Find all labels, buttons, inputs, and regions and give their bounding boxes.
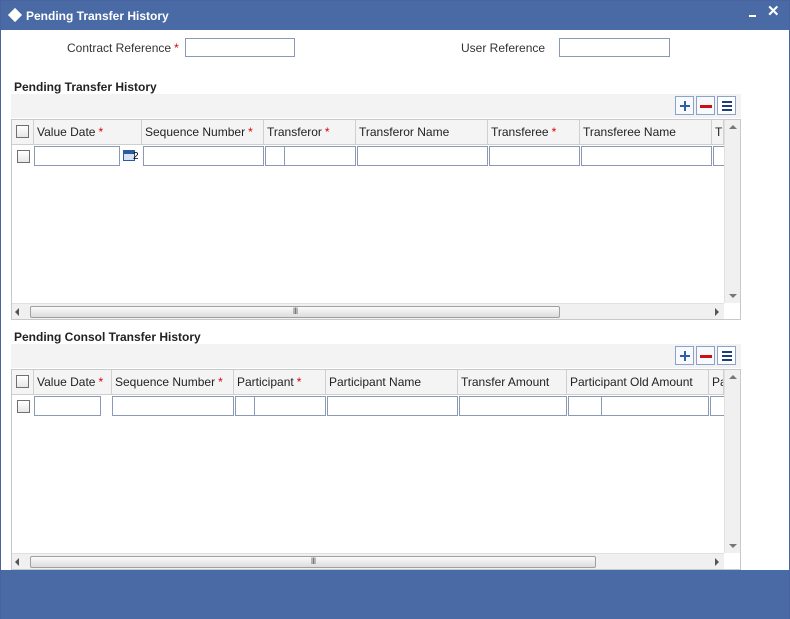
transferor-lov-button[interactable] <box>265 146 285 166</box>
transfer-col-value-date[interactable]: Value Date * <box>34 120 142 145</box>
title-bar: Pending Transfer History ✕ <box>1 1 789 30</box>
consol-col-value-date[interactable]: Value Date * <box>34 370 112 395</box>
user-reference-label: User Reference <box>461 41 546 55</box>
contract-reference-input[interactable] <box>185 38 295 57</box>
consol-col-truncated[interactable]: Pa <box>709 370 724 395</box>
single-view-icon <box>722 101 732 103</box>
transfer-col-transferor[interactable]: Transferor * <box>264 120 356 145</box>
scroll-up-icon[interactable] <box>729 125 737 129</box>
minimize-icon[interactable] <box>747 7 761 21</box>
participant-input[interactable] <box>254 396 326 416</box>
transferor-input[interactable] <box>284 146 356 166</box>
transfer-horizontal-scrollbar[interactable]: III <box>12 303 724 319</box>
consol-col-participant-name[interactable]: Participant Name <box>326 370 458 395</box>
row-select-checkbox[interactable] <box>17 400 30 413</box>
transfer-vertical-scrollbar[interactable] <box>724 120 740 303</box>
consol-horizontal-scrollbar[interactable]: III <box>12 553 724 569</box>
row-select-checkbox[interactable] <box>17 150 30 163</box>
scroll-down-icon[interactable] <box>729 544 737 548</box>
consol-add-row-button[interactable] <box>675 346 694 365</box>
consol-vertical-scrollbar[interactable] <box>724 370 740 553</box>
value-date-input[interactable] <box>34 396 101 416</box>
consol-delete-row-button[interactable] <box>696 346 715 365</box>
participant-old-amount-lov[interactable] <box>568 396 602 416</box>
scroll-grip: III <box>292 306 299 316</box>
consol-select-all-cell <box>12 370 34 395</box>
close-icon[interactable]: ✕ <box>767 4 780 20</box>
scroll-grip: III <box>310 556 317 566</box>
transfer-col-transferor-name[interactable]: Transferor Name <box>356 120 488 145</box>
contract-reference-label-text: Contract Reference <box>67 41 172 55</box>
table-row <box>12 396 726 416</box>
transfer-section-title: Pending Transfer History <box>14 80 157 94</box>
transfer-delete-row-button[interactable] <box>696 96 715 115</box>
single-view-icon-line <box>722 105 732 107</box>
transfer-grid: Value Date * Sequence Number * Transferor *… <box>11 119 741 320</box>
calendar-day: 2 <box>133 151 139 162</box>
consol-grid: Value Date * Sequence Number * Participant… <box>11 369 741 570</box>
transferor-name-input[interactable] <box>357 146 488 166</box>
pending-transfer-history-window: Pending Transfer History ✕ Contract Refe… <box>0 0 790 619</box>
consol-col-transfer-amount[interactable]: Transfer Amount <box>458 370 567 395</box>
value-date-input[interactable] <box>34 146 120 166</box>
participant-old-amount-input[interactable] <box>601 396 709 416</box>
transferee-input[interactable] <box>489 146 580 166</box>
transfer-add-row-button[interactable] <box>675 96 694 115</box>
table-row: 2 <box>12 146 727 166</box>
required-marker: * <box>174 41 179 55</box>
single-view-icon-line <box>722 109 732 111</box>
participant-lov-button[interactable] <box>235 396 255 416</box>
participant-name-input[interactable] <box>327 396 458 416</box>
consol-col-participant[interactable]: Participant * <box>234 370 326 395</box>
transfer-single-view-button[interactable] <box>717 96 736 115</box>
transfer-col-transferee[interactable]: Transferee * <box>488 120 580 145</box>
scroll-right-icon[interactable] <box>715 558 719 566</box>
footer-bar <box>1 570 789 619</box>
consol-section-title: Pending Consol Transfer History <box>14 330 201 344</box>
scroll-left-icon[interactable] <box>15 558 19 566</box>
calendar-icon[interactable]: 2 <box>123 149 139 163</box>
sequence-number-input[interactable] <box>112 396 234 416</box>
scroll-up-icon[interactable] <box>729 375 737 379</box>
transfer-grid-toolbar <box>11 94 741 118</box>
consol-col-sequence-number[interactable]: Sequence Number * <box>112 370 234 395</box>
transfer-amount-input[interactable] <box>459 396 567 416</box>
scroll-down-icon[interactable] <box>729 294 737 298</box>
transfer-col-sequence-number[interactable]: Sequence Number * <box>142 120 264 145</box>
transfer-col-transferee-name[interactable]: Transferee Name <box>580 120 712 145</box>
window-diamond-icon <box>7 7 23 23</box>
transferee-name-input[interactable] <box>581 146 712 166</box>
consol-scroll-thumb[interactable]: III <box>30 556 596 568</box>
consol-grid-header: Value Date * Sequence Number * Participant… <box>12 370 724 395</box>
transfer-scroll-thumb[interactable]: III <box>30 306 560 318</box>
consol-select-all-checkbox[interactable] <box>16 375 29 388</box>
transfer-col-truncated[interactable]: T <box>712 120 724 145</box>
contract-reference-label: Contract Reference * <box>67 41 179 55</box>
transfer-grid-header: Value Date * Sequence Number * Transferor *… <box>12 120 724 145</box>
transfer-select-all-checkbox[interactable] <box>16 125 29 138</box>
sequence-number-input[interactable] <box>143 146 264 166</box>
consol-grid-toolbar <box>11 344 741 368</box>
window-title: Pending Transfer History <box>26 9 169 23</box>
consol-single-view-button[interactable] <box>717 346 736 365</box>
single-view-icon <box>722 351 732 353</box>
single-view-icon-line <box>722 359 732 361</box>
consol-col-participant-old-amount[interactable]: Participant Old Amount <box>567 370 709 395</box>
user-reference-input[interactable] <box>559 38 670 57</box>
scroll-right-icon[interactable] <box>715 308 719 316</box>
scroll-left-icon[interactable] <box>15 308 19 316</box>
single-view-icon-line <box>722 355 732 357</box>
transfer-select-all-cell <box>12 120 34 145</box>
